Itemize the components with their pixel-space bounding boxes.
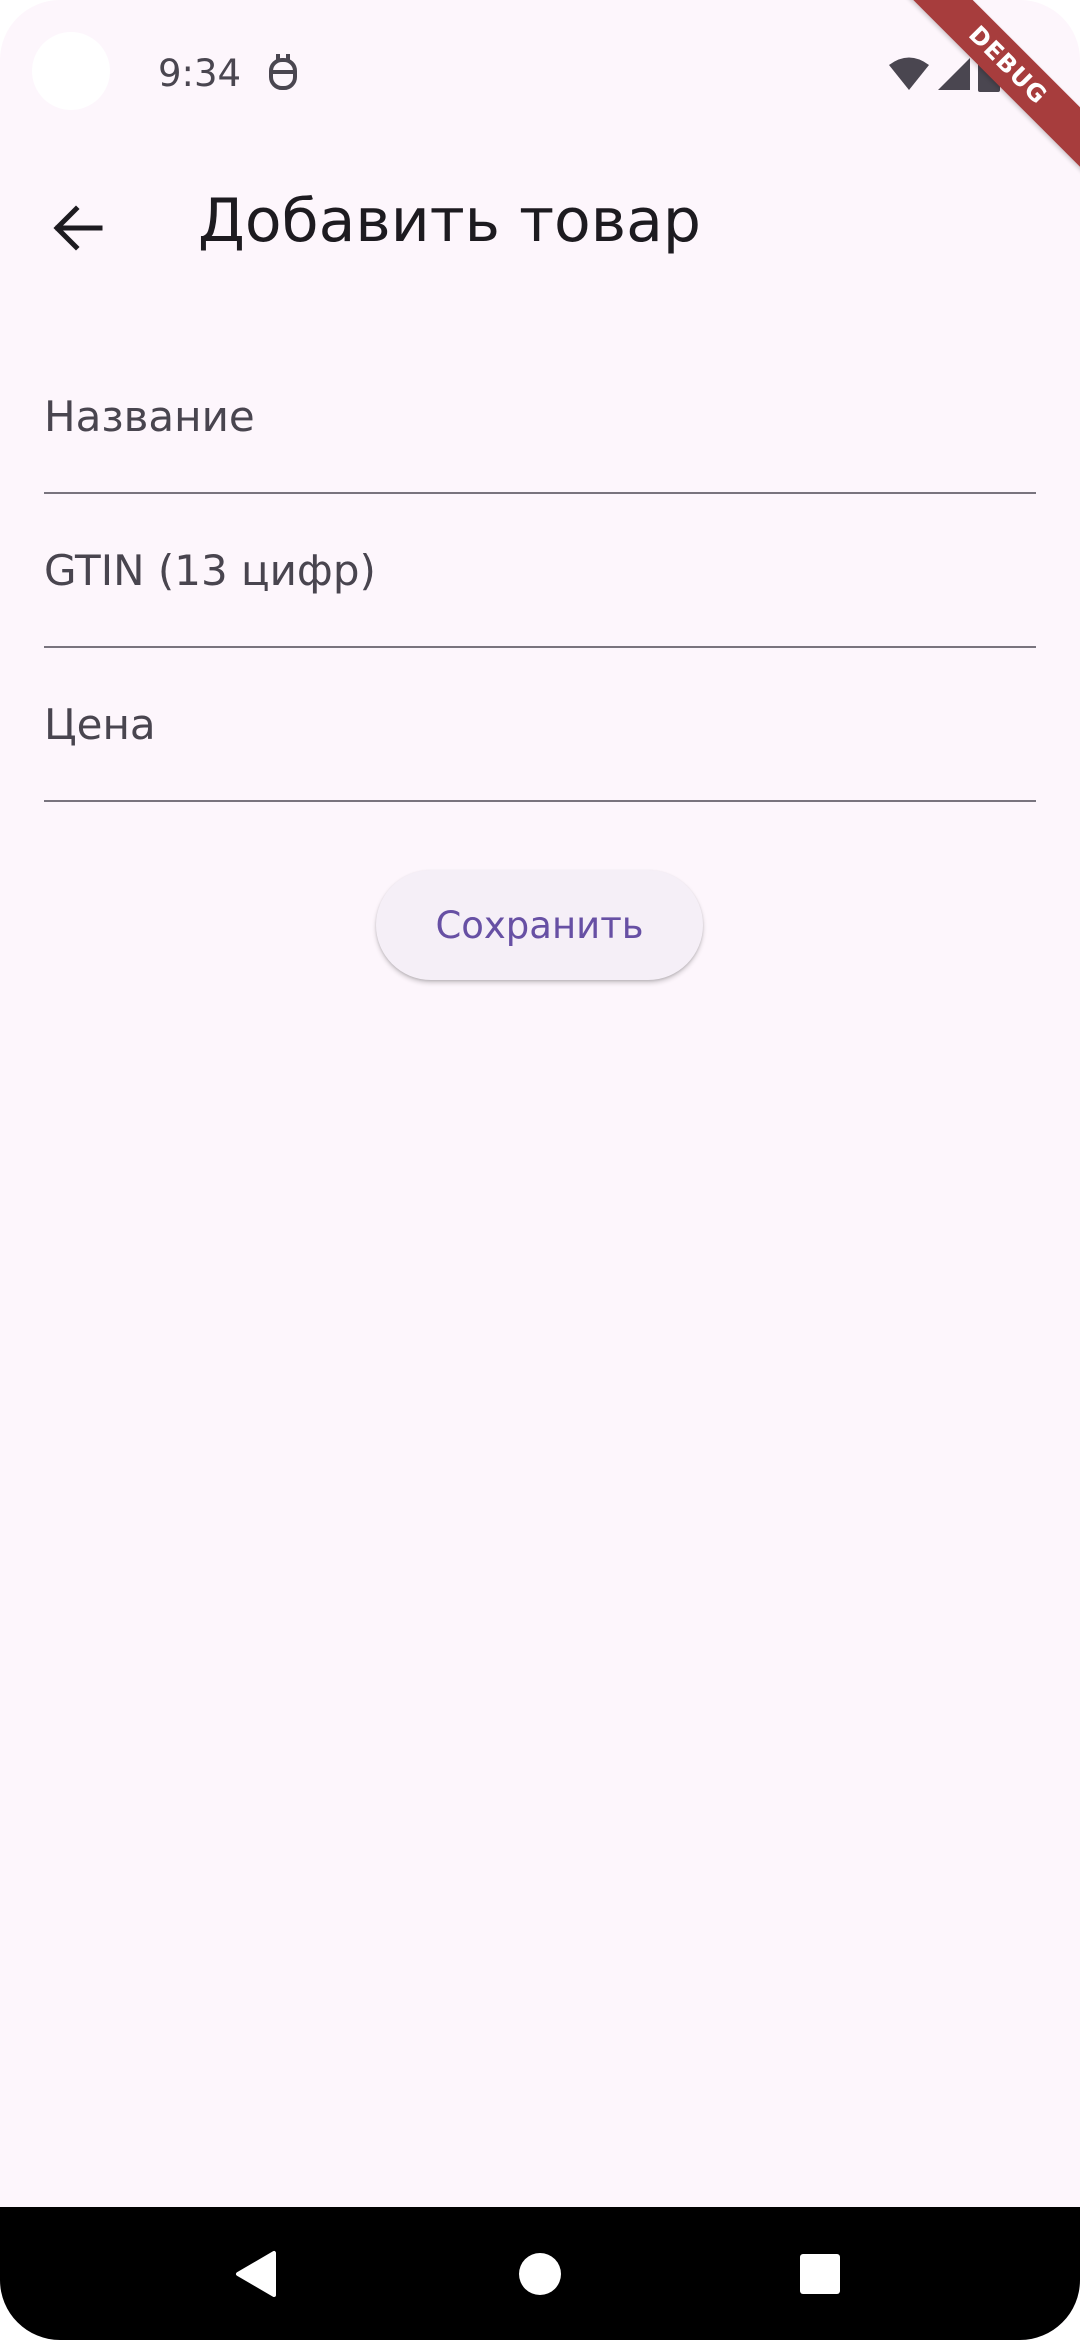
recents-square-icon [800,2253,840,2294]
gtin-field [44,494,1036,648]
system-nav-bar [0,2207,1080,2340]
back-triangle-icon [236,2250,276,2297]
name-input[interactable] [44,340,1036,492]
back-button[interactable] [30,180,126,276]
page-title: Добавить товар [198,186,701,256]
camera-cutout [32,32,110,110]
app-screen: 9:34 DEBUG Добавить товар Название GTIN … [0,0,1080,2340]
status-bar: 9:34 [0,0,1080,150]
name-field [44,340,1036,494]
nav-back-button[interactable] [186,2207,326,2340]
app-bar: Добавить товар [0,150,1080,290]
price-input[interactable] [44,648,1036,800]
save-button[interactable]: Сохранить [376,870,703,980]
status-time: 9:34 [158,52,242,95]
arrow-back-icon [53,205,103,251]
nav-home-button[interactable] [470,2207,610,2340]
app-notification-icon [269,54,297,90]
signal-icon [938,58,970,90]
nav-recents-button[interactable] [750,2207,890,2340]
product-form [44,340,1036,802]
field-underline [44,800,1036,802]
price-field [44,648,1036,802]
wifi-icon [889,57,929,90]
home-circle-icon [519,2252,561,2295]
gtin-input[interactable] [44,494,1036,646]
